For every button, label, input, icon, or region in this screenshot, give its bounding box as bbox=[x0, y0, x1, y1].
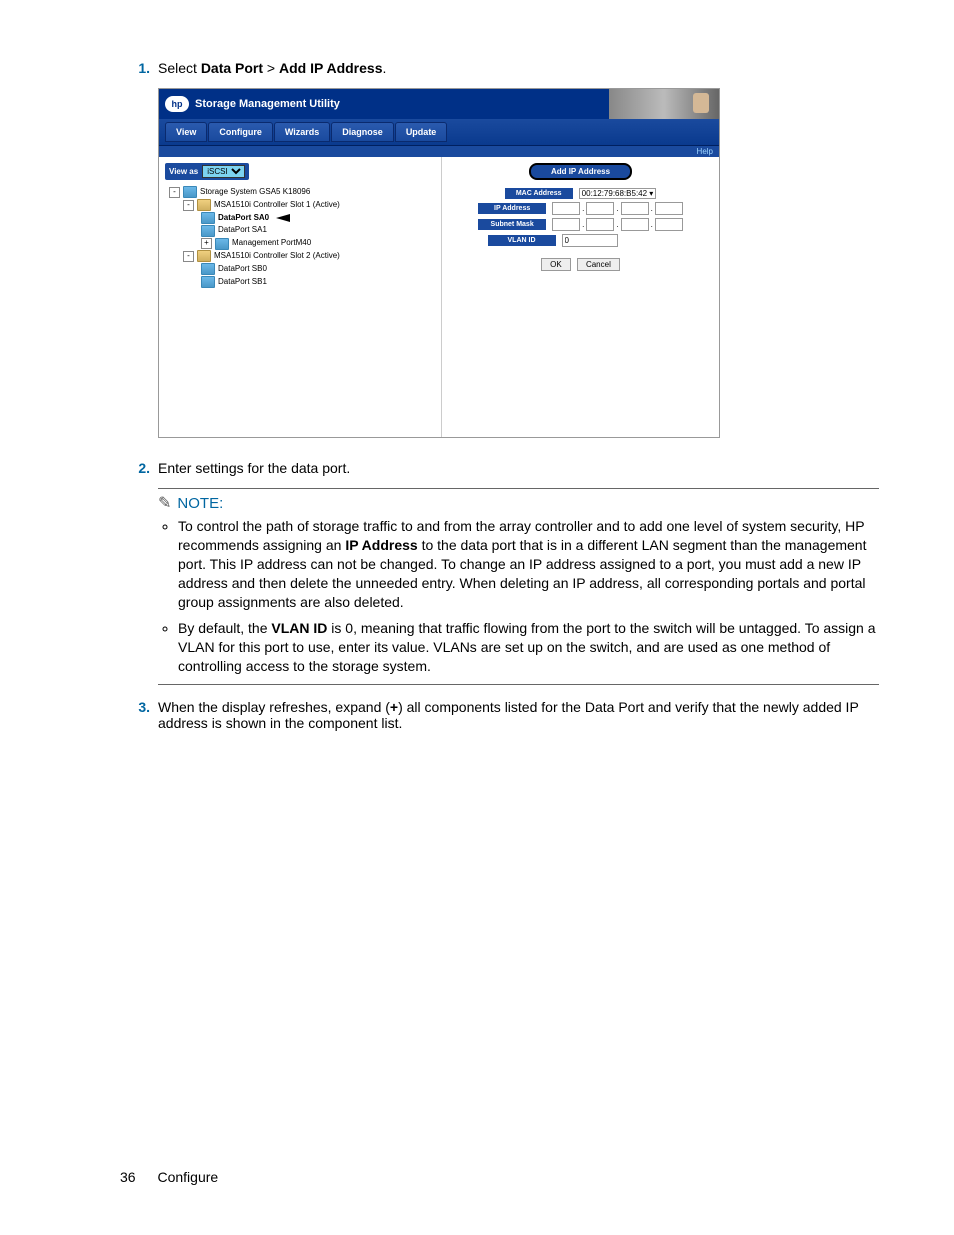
note-hr-top bbox=[158, 488, 879, 489]
port-icon bbox=[201, 263, 215, 275]
row-mask: Subnet Mask ... bbox=[478, 218, 683, 231]
tree-c2-label: MSA1510i Controller Slot 2 (Active) bbox=[214, 250, 340, 263]
expander-icon[interactable]: - bbox=[183, 251, 194, 262]
vlan-input[interactable] bbox=[562, 234, 618, 247]
tree-panel: View as iSCSI - Storage System GSA5 K180… bbox=[159, 157, 442, 437]
step-1-mid: > bbox=[263, 60, 279, 76]
note-hr-bottom bbox=[158, 684, 879, 685]
step-2-number: 2. bbox=[120, 460, 158, 689]
help-bar: Help bbox=[159, 146, 719, 157]
app-screenshot: hp Storage Management Utility View Confi… bbox=[158, 88, 720, 438]
step-3: 3. When the display refreshes, expand (+… bbox=[120, 699, 879, 731]
step-1-number: 1. bbox=[120, 60, 158, 450]
step-2: 2. Enter settings for the data port. ✎ N… bbox=[120, 460, 879, 689]
tree-root[interactable]: - Storage System GSA5 K18096 bbox=[165, 186, 435, 199]
mask-octet-3[interactable] bbox=[621, 218, 649, 231]
section-name: Configure bbox=[157, 1169, 218, 1185]
tree-p1a-label: DataPort SA0 bbox=[218, 212, 269, 225]
note-block: ✎ NOTE: To control the path of storage t… bbox=[158, 488, 879, 685]
pointer-arrow-icon bbox=[276, 214, 290, 222]
mac-label: MAC Address bbox=[505, 188, 573, 199]
port-icon bbox=[201, 276, 215, 288]
system-icon bbox=[183, 186, 197, 198]
form-panel: Add IP Address MAC Address 00:12:79:68:B… bbox=[442, 157, 719, 437]
mask-label: Subnet Mask bbox=[478, 219, 546, 230]
note-bullet-1: To control the path of storage traffic t… bbox=[178, 517, 879, 611]
hp-logo-icon: hp bbox=[165, 96, 189, 112]
controller-icon bbox=[197, 250, 211, 262]
tree-port-sb1[interactable]: DataPort SB1 bbox=[165, 276, 435, 289]
note-bullet-2: By default, the VLAN ID is 0, meaning th… bbox=[178, 619, 879, 676]
tree-controller-2[interactable]: - MSA1510i Controller Slot 2 (Active) bbox=[165, 250, 435, 263]
tree-port-sb0[interactable]: DataPort SB0 bbox=[165, 263, 435, 276]
tree-p2b-label: DataPort SB1 bbox=[218, 276, 267, 289]
expander-icon[interactable]: - bbox=[183, 200, 194, 211]
port-icon bbox=[201, 225, 215, 237]
ip-label: IP Address bbox=[478, 203, 546, 214]
row-ip: IP Address ... bbox=[478, 202, 683, 215]
menubar: View Configure Wizards Diagnose Update bbox=[159, 119, 719, 146]
step-1-text-pre: Select bbox=[158, 60, 201, 76]
app-title: Storage Management Utility bbox=[195, 98, 340, 110]
tree-mgmt-port[interactable]: + Management PortM40 bbox=[165, 237, 435, 250]
step-1-bold-2: Add IP Address bbox=[279, 60, 382, 76]
tab-diagnose[interactable]: Diagnose bbox=[331, 122, 394, 142]
note-icon: ✎ bbox=[158, 493, 171, 513]
step-2-text: Enter settings for the data port. bbox=[158, 460, 350, 476]
help-link[interactable]: Help bbox=[697, 147, 713, 156]
ok-button[interactable]: OK bbox=[541, 258, 571, 271]
note-title: NOTE: bbox=[177, 495, 223, 512]
tree-controller-1[interactable]: - MSA1510i Controller Slot 1 (Active) bbox=[165, 199, 435, 212]
tab-update[interactable]: Update bbox=[395, 122, 448, 142]
page-number: 36 bbox=[120, 1169, 136, 1185]
tree: - Storage System GSA5 K18096 - MSA1510i … bbox=[165, 186, 435, 288]
expander-icon[interactable]: - bbox=[169, 187, 180, 198]
row-mac: MAC Address 00:12:79:68:B5:42 ▾ bbox=[505, 188, 657, 199]
ip-octet-4[interactable] bbox=[655, 202, 683, 215]
app-header: hp Storage Management Utility bbox=[159, 89, 719, 119]
tab-view[interactable]: View bbox=[165, 122, 207, 142]
mask-octet-4[interactable] bbox=[655, 218, 683, 231]
ip-octet-2[interactable] bbox=[586, 202, 614, 215]
tab-wizards[interactable]: Wizards bbox=[274, 122, 330, 142]
vlan-label: VLAN ID bbox=[488, 235, 556, 246]
tree-c1-label: MSA1510i Controller Slot 1 (Active) bbox=[214, 199, 340, 212]
step-1-text-post: . bbox=[382, 60, 386, 76]
tree-root-label: Storage System GSA5 K18096 bbox=[200, 186, 310, 199]
tree-p1b-label: DataPort SA1 bbox=[218, 224, 267, 237]
port-icon bbox=[201, 212, 215, 224]
page-footer: 36 Configure bbox=[120, 1169, 218, 1185]
tree-p2a-label: DataPort SB0 bbox=[218, 263, 267, 276]
view-as-label: View as bbox=[169, 167, 198, 176]
panel-title: Add IP Address bbox=[529, 163, 632, 180]
step-1: 1. Select Data Port > Add IP Address. hp… bbox=[120, 60, 879, 450]
ip-octet-3[interactable] bbox=[621, 202, 649, 215]
tree-port-sa1[interactable]: DataPort SA1 bbox=[165, 224, 435, 237]
mac-select[interactable]: 00:12:79:68:B5:42 ▾ bbox=[579, 188, 657, 199]
step-1-bold-1: Data Port bbox=[201, 60, 263, 76]
mask-octet-1[interactable] bbox=[552, 218, 580, 231]
tree-port-sa0[interactable]: DataPort SA0 bbox=[165, 212, 435, 225]
view-as-select[interactable]: iSCSI bbox=[202, 165, 245, 178]
expander-icon[interactable]: + bbox=[201, 238, 212, 249]
row-vlan: VLAN ID bbox=[488, 234, 674, 247]
step-3-number: 3. bbox=[120, 699, 158, 731]
ip-octet-1[interactable] bbox=[552, 202, 580, 215]
tab-configure[interactable]: Configure bbox=[208, 122, 273, 142]
port-icon bbox=[215, 238, 229, 250]
cancel-button[interactable]: Cancel bbox=[577, 258, 620, 271]
mask-octet-2[interactable] bbox=[586, 218, 614, 231]
tree-p1c-label: Management PortM40 bbox=[232, 237, 311, 250]
controller-icon bbox=[197, 199, 211, 211]
header-image bbox=[609, 89, 719, 119]
view-as-control: View as iSCSI bbox=[165, 163, 249, 180]
